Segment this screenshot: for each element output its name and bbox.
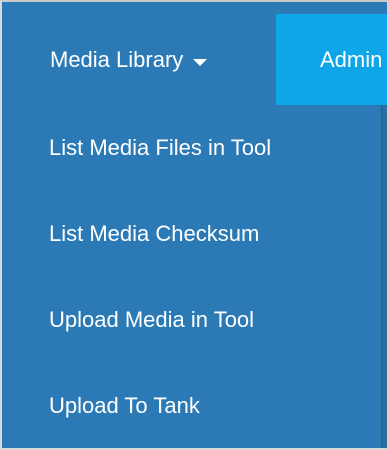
admin-nav-item[interactable]: Admin — [276, 14, 387, 105]
admin-nav-label: Admin — [320, 46, 383, 72]
menu-item-label: Upload To Tank — [49, 393, 200, 418]
caret-down-icon — [193, 59, 208, 66]
top-navigation-bar: Media Library Admin — [6, 14, 387, 105]
media-library-dropdown-menu: List Media Files in Tool List Media Chec… — [6, 105, 383, 448]
app-frame: Media Library Admin List Media Files in … — [0, 0, 387, 450]
media-library-label: Media Library — [50, 46, 184, 72]
menu-item-label: List Media Files in Tool — [49, 135, 272, 160]
menu-item-label: List Media Checksum — [49, 221, 260, 246]
menu-item-list-media-checksum[interactable]: List Media Checksum — [6, 191, 383, 277]
menu-item-upload-to-tank[interactable]: Upload To Tank — [6, 363, 383, 448]
media-library-dropdown-toggle[interactable]: Media Library — [6, 14, 276, 105]
page-edge-divider — [381, 105, 387, 448]
menu-item-upload-media-in-tool[interactable]: Upload Media in Tool — [6, 277, 383, 363]
menu-item-list-media-files-in-tool[interactable]: List Media Files in Tool — [6, 105, 383, 191]
menu-item-label: Upload Media in Tool — [49, 307, 255, 332]
